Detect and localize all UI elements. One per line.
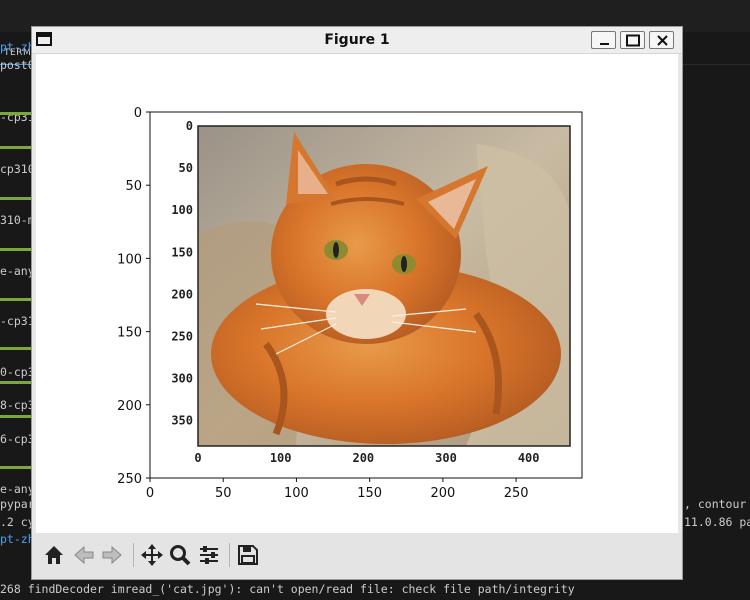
terminal-line: e-any [0, 482, 35, 496]
home-icon [45, 546, 63, 564]
home-button[interactable] [40, 541, 68, 569]
inner-y-tick-label: 100 [171, 203, 193, 217]
terminal-separator [0, 112, 32, 115]
terminal-line: 8-cp3 [0, 398, 35, 412]
inner-y-tick-label: 150 [171, 245, 193, 259]
minimize-icon [600, 43, 609, 45]
terminal-separator [0, 248, 32, 251]
close-icon [657, 35, 668, 46]
close-button[interactable] [649, 31, 674, 49]
back-button[interactable] [70, 541, 98, 569]
inner-x-tick-label: 200 [352, 451, 374, 465]
outer-x-tick-label: 150 [357, 486, 382, 501]
inner-x-tick-label: 400 [518, 451, 540, 465]
terminal-error-line: 268 findDecoder imread_('cat.jpg'): can'… [0, 582, 575, 596]
minimize-button[interactable] [591, 31, 616, 49]
inner-y-tick-label: 200 [171, 287, 193, 301]
outer-x-tick-label: 0 [146, 486, 154, 501]
inner-y-tick-label: 350 [171, 414, 193, 428]
terminal-line: .2 cy [0, 515, 35, 529]
terminal-separator [0, 298, 32, 301]
outer-x-tick-label: 50 [215, 486, 232, 501]
terminal-separator [0, 415, 32, 418]
outer-y-tick-label: 250 [117, 472, 142, 487]
window-title: Figure 1 [324, 32, 390, 48]
terminal-separator [0, 146, 32, 149]
terminal-line: 0-cp3 [0, 365, 35, 379]
outer-x-tick-label: 250 [504, 486, 529, 501]
outer-y-tick-label: 50 [125, 179, 142, 194]
toolbar-separator [229, 543, 230, 567]
arrow-right-icon [102, 545, 122, 565]
terminal-separator [0, 381, 32, 384]
maximize-button[interactable] [620, 31, 645, 49]
window-titlebar[interactable]: Figure 1 [32, 27, 682, 54]
outer-y-tick-label: 150 [117, 326, 142, 341]
terminal-line: pypar [0, 497, 35, 511]
figure-canvas[interactable]: 0 50 100 150 200 250 0 50 100 150 200 250 [36, 54, 678, 533]
inner-y-tick-label: 50 [179, 161, 193, 175]
inner-x-tick-label: 100 [270, 451, 292, 465]
cat-pupil-right [401, 256, 407, 272]
inner-y-tick-label: 0 [186, 119, 193, 133]
outer-y-tick-label: 0 [134, 106, 142, 121]
inner-y-tick-label: 250 [171, 330, 193, 344]
terminal-separator [0, 347, 32, 350]
move-icon [141, 544, 163, 566]
terminal-line-right: 11.0.86 pa [684, 515, 750, 529]
inner-x-tick-label: 0 [194, 451, 201, 465]
terminal-line: post0 [0, 58, 35, 72]
terminal-line: pt-zh [0, 532, 35, 546]
terminal-line: e-any [0, 264, 35, 278]
terminal-line-right: , contour [684, 497, 747, 511]
image-content [197, 125, 571, 447]
arrow-left-icon [74, 545, 94, 565]
terminal-line: -cp31 [0, 314, 35, 328]
terminal-separator [0, 197, 32, 200]
pan-button[interactable] [138, 541, 166, 569]
terminal-line: pt-zh [0, 40, 35, 54]
forward-button[interactable] [98, 541, 126, 569]
outer-y-tick-label: 200 [117, 399, 142, 414]
sliders-icon [200, 546, 218, 564]
terminal-separator [0, 466, 32, 469]
save-button[interactable] [234, 541, 262, 569]
toolbar-separator [133, 543, 134, 567]
terminal-line: 6-cp3 [0, 432, 35, 446]
magnifier-icon [170, 545, 191, 566]
inner-x-tick-label: 300 [435, 451, 457, 465]
plot-area[interactable]: 0 50 100 150 200 250 0 50 100 150 200 250 0 10… [36, 54, 678, 533]
outer-y-tick-label: 100 [117, 252, 142, 267]
terminal-line: cp310 [0, 162, 35, 176]
inner-y-tick-label: 300 [171, 372, 193, 386]
terminal-line: 310-m [0, 213, 35, 227]
outer-x-tick-label: 200 [430, 486, 455, 501]
navigation-toolbar [32, 533, 682, 579]
configure-subplots-button[interactable] [195, 541, 223, 569]
cat-pupil-left [333, 242, 339, 258]
figure-window[interactable]: Figure 1 0 50 100 150 200 250 0 50 100 1… [31, 26, 683, 580]
outer-x-tick-label: 100 [284, 486, 309, 501]
floppy-disk-icon [238, 545, 258, 565]
maximize-icon [626, 34, 640, 47]
zoom-button[interactable] [166, 541, 194, 569]
